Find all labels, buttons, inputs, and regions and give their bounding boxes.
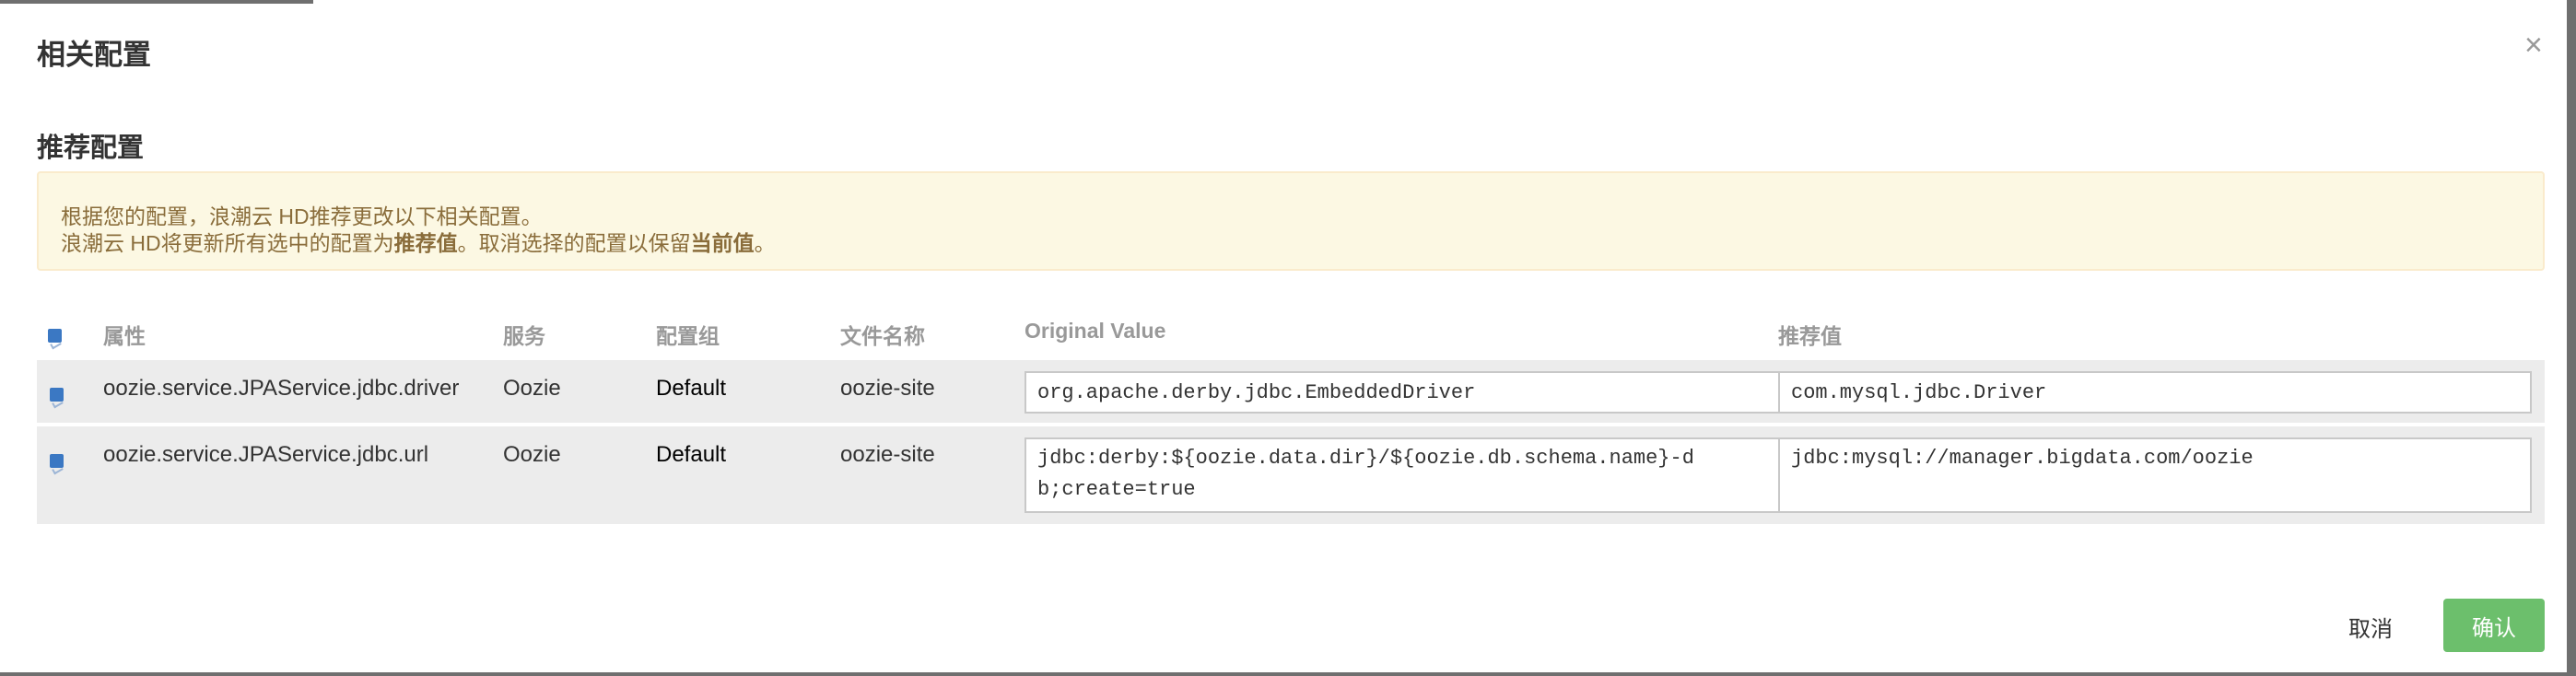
header-filename: 文件名称 [840,324,925,348]
value-divider [1778,439,1780,511]
original-value-text: org.apache.derby.jdbc.EmbeddedDriver [1037,381,1476,404]
alert-text: 。 [754,231,776,255]
alert-text: 。取消选择的配置以保留 [457,231,691,255]
recommended-value-text: jdbc:mysql://manager.bigdata.com/oozie [1791,447,2254,470]
original-value-text: jdbc:derby:${oozie.data.dir}/${oozie.db.… [1037,447,1694,470]
confirm-button[interactable]: 确认 [2443,599,2545,652]
alert-bold-recommended: 推荐值 [393,231,458,255]
cancel-button[interactable]: 取消 [2348,611,2393,643]
cell-group: Default [656,442,727,467]
cell-service: Oozie [503,442,561,467]
cell-filename: oozie-site [840,442,935,467]
cell-filename: oozie-site [840,376,935,401]
modal-title: 相关配置 [37,39,151,71]
select-all-checkbox[interactable] [48,329,62,343]
backdrop-edge-bottom [0,672,2576,676]
alert-bold-current: 当前值 [690,231,755,255]
header-recommended-value: 推荐值 [1778,324,1842,348]
header-group: 配置组 [656,324,720,348]
header-service: 服务 [503,324,545,348]
cell-property: oozie.service.JPAService.jdbc.driver [103,376,460,401]
section-title: 推荐配置 [37,134,145,163]
cell-service: Oozie [503,376,561,401]
close-icon[interactable]: × [2524,29,2543,61]
backdrop-edge-right [2567,0,2576,676]
header-original-value: Original Value [1025,319,1166,343]
alert-line-2: 浪潮云 HD将更新所有选中的配置为推荐值。取消选择的配置以保留当前值。 [61,226,776,257]
table-row: oozie.service.JPAService.jdbc.driver Ooz… [37,360,2545,423]
header-property: 属性 [103,324,146,348]
recommended-value-text: com.mysql.jdbc.Driver [1791,381,2047,404]
alert-text: 浪潮云 HD将更新所有选中的配置为 [61,231,394,255]
row-checkbox[interactable] [50,454,64,468]
info-alert: 根据您的配置，浪潮云 HD推荐更改以下相关配置。 浪潮云 HD将更新所有选中的配… [37,171,2545,271]
value-divider [1778,373,1780,412]
value-box: org.apache.derby.jdbc.EmbeddedDriver com… [1025,371,2532,414]
related-config-modal: 相关配置 × 推荐配置 根据您的配置，浪潮云 HD推荐更改以下相关配置。 浪潮云… [0,4,2567,672]
row-checkbox[interactable] [50,388,64,402]
cell-property: oozie.service.JPAService.jdbc.url [103,442,429,467]
table-row: oozie.service.JPAService.jdbc.url Oozie … [37,426,2545,524]
value-box: jdbc:derby:${oozie.data.dir}/${oozie.db.… [1025,437,2532,513]
original-value-text: b;create=true [1037,478,1196,501]
cell-group: Default [656,376,727,401]
